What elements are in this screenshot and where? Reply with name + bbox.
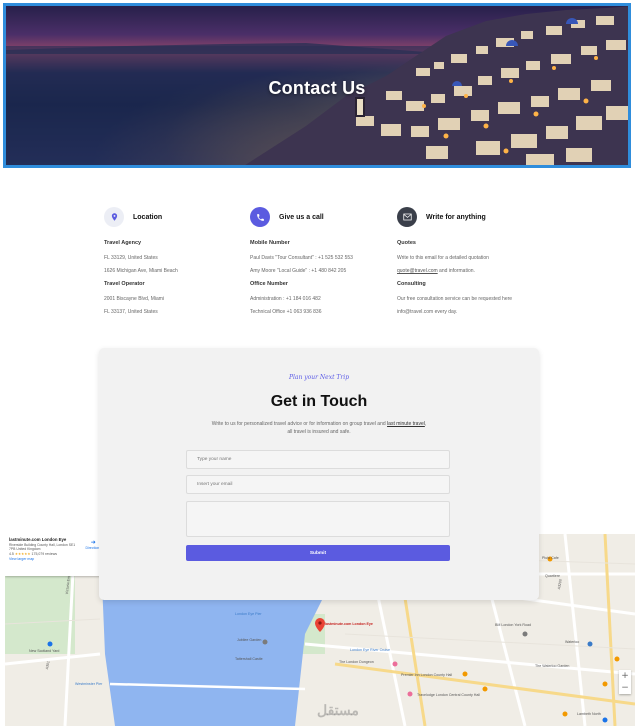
contact-form-card: Plan your Next Trip Get in Touch Write t… bbox=[99, 348, 539, 600]
email-placeholder: Insert your email bbox=[197, 482, 233, 487]
quotes-line-1: Write to this email for a detailed quota… bbox=[397, 255, 489, 261]
map-label-pier[interactable]: London Eye Pier bbox=[235, 612, 262, 616]
quotes-line-2-rest: and information. bbox=[437, 268, 475, 274]
quotes-line-2: quote@travel.com and information. bbox=[397, 268, 547, 275]
view-larger-map-link[interactable]: View larger map bbox=[9, 557, 101, 561]
map-label-garden[interactable]: Jubilee Garden bbox=[237, 638, 261, 642]
rating-value: 4.5 bbox=[9, 552, 14, 556]
map-label-premier-inn[interactable]: Premier Inn London County Hall bbox=[401, 673, 452, 677]
email-input[interactable]: Insert your email bbox=[186, 475, 450, 494]
map-label-waterloo[interactable]: Waterloo bbox=[565, 640, 579, 644]
map-label-lambeth-north[interactable]: Lambeth North bbox=[577, 712, 601, 716]
watermark-logo: مستقل bbox=[317, 702, 359, 718]
review-count[interactable]: 175,079 reviews bbox=[32, 552, 58, 556]
zoom-in-button[interactable]: + bbox=[619, 670, 631, 682]
consulting-heading: Consulting bbox=[397, 281, 426, 287]
office-number-line-2[interactable]: Technical Office +1 063 936 836 bbox=[250, 309, 395, 316]
name-placeholder: Type your name bbox=[197, 457, 232, 462]
mobile-number-heading: Mobile Number bbox=[250, 240, 290, 246]
name-input[interactable]: Type your name bbox=[186, 450, 450, 469]
map-place-card: lastminute.com London Eye Riverside Buil… bbox=[5, 534, 105, 576]
office-number-line-1[interactable]: Administration : +1 184 016 482 bbox=[250, 296, 395, 303]
consulting-line-2[interactable]: info@travel.com every day. bbox=[397, 309, 547, 316]
map-label-scotland-yard[interactable]: New Scotland Yard bbox=[29, 649, 59, 653]
write-title: Write for anything bbox=[426, 213, 486, 221]
envelope-icon bbox=[397, 207, 417, 227]
phone-icon bbox=[250, 207, 270, 227]
travel-operator-heading: Travel Operator bbox=[104, 281, 145, 287]
mobile-number-line-2[interactable]: Amy Moore "Local Guide" : +1 480 842 205 bbox=[250, 268, 395, 275]
zoom-out-button[interactable]: − bbox=[619, 682, 631, 694]
travel-agency-line-2: 1626 Michigan Ave, Miami Beach bbox=[104, 268, 178, 274]
map-place-rating: 4.5 ★★★★★ 175,079 reviews bbox=[9, 552, 101, 556]
call-column: Give us a call Mobile Number Paul Davis … bbox=[250, 206, 395, 316]
mobile-number-line-1[interactable]: Paul Davis "Tour Consultant" : +1 525 53… bbox=[250, 255, 395, 262]
map-zoom-control: + − bbox=[619, 670, 631, 694]
map-label-river-cruise[interactable]: London Eye River Cruise bbox=[350, 648, 390, 652]
last-minute-travel-link[interactable]: last minute travel bbox=[387, 421, 425, 427]
star-rating-icon: ★★★★★ bbox=[14, 552, 31, 556]
quote-email-link[interactable]: quote@travel.com bbox=[397, 268, 438, 274]
submit-button[interactable]: Submit bbox=[186, 545, 450, 561]
form-description: Write to us for personalized travel advi… bbox=[209, 420, 429, 436]
map-label-york-road[interactable]: BM London York Road bbox=[495, 623, 531, 627]
map-label-tattershall[interactable]: Tattershall Castle bbox=[235, 657, 263, 661]
location-header: Location bbox=[104, 206, 244, 228]
quotes-heading: Quotes bbox=[397, 240, 416, 246]
travel-agency-line-1: FL 33129, United States bbox=[104, 255, 158, 261]
map-pin-icon bbox=[104, 207, 124, 227]
form-title: Get in Touch bbox=[270, 393, 368, 410]
map-label-westminster-pier[interactable]: Westminster Pier bbox=[75, 682, 102, 686]
write-header: Write for anything bbox=[397, 206, 547, 228]
office-number-heading: Office Number bbox=[250, 281, 288, 287]
map-label-quartiere[interactable]: Quartiere bbox=[545, 574, 560, 578]
message-textarea[interactable] bbox=[186, 501, 450, 537]
call-header: Give us a call bbox=[250, 206, 395, 228]
consulting-line-1: Our free consultation service can be req… bbox=[397, 296, 513, 302]
form-tagline: Plan your Next Trip bbox=[288, 374, 350, 381]
map-label-london-eye[interactable]: lastminute.com London Eye bbox=[325, 622, 373, 626]
hero-banner: Contact Us bbox=[3, 3, 631, 168]
location-column: Location Travel Agency FL 33129, United … bbox=[104, 206, 244, 316]
page-title: Contact Us bbox=[268, 78, 366, 98]
map-label-dungeon[interactable]: The London Dungeon bbox=[339, 660, 374, 664]
travel-operator-line-2: FL 33137, United States bbox=[104, 309, 158, 315]
write-column: Write for anything Quotes Write to this … bbox=[397, 206, 547, 316]
travel-operator-line-1: 2001 Biscayne Blvd, Miami bbox=[104, 296, 165, 302]
map-label-travelodge[interactable]: Travelodge London Central County Hall bbox=[417, 693, 480, 697]
travel-agency-heading: Travel Agency bbox=[104, 240, 142, 246]
map-label-pluto-cafe[interactable]: Pluto Cafe bbox=[542, 556, 559, 560]
map-label-waterloo-garden[interactable]: The Waterloo Garden bbox=[535, 664, 569, 668]
location-title: Location bbox=[133, 213, 163, 221]
call-title: Give us a call bbox=[279, 213, 324, 221]
map-place-address: Riverside Building County Hall, London S… bbox=[9, 543, 76, 551]
form-description-text: Write to us for personalized travel advi… bbox=[211, 421, 388, 427]
